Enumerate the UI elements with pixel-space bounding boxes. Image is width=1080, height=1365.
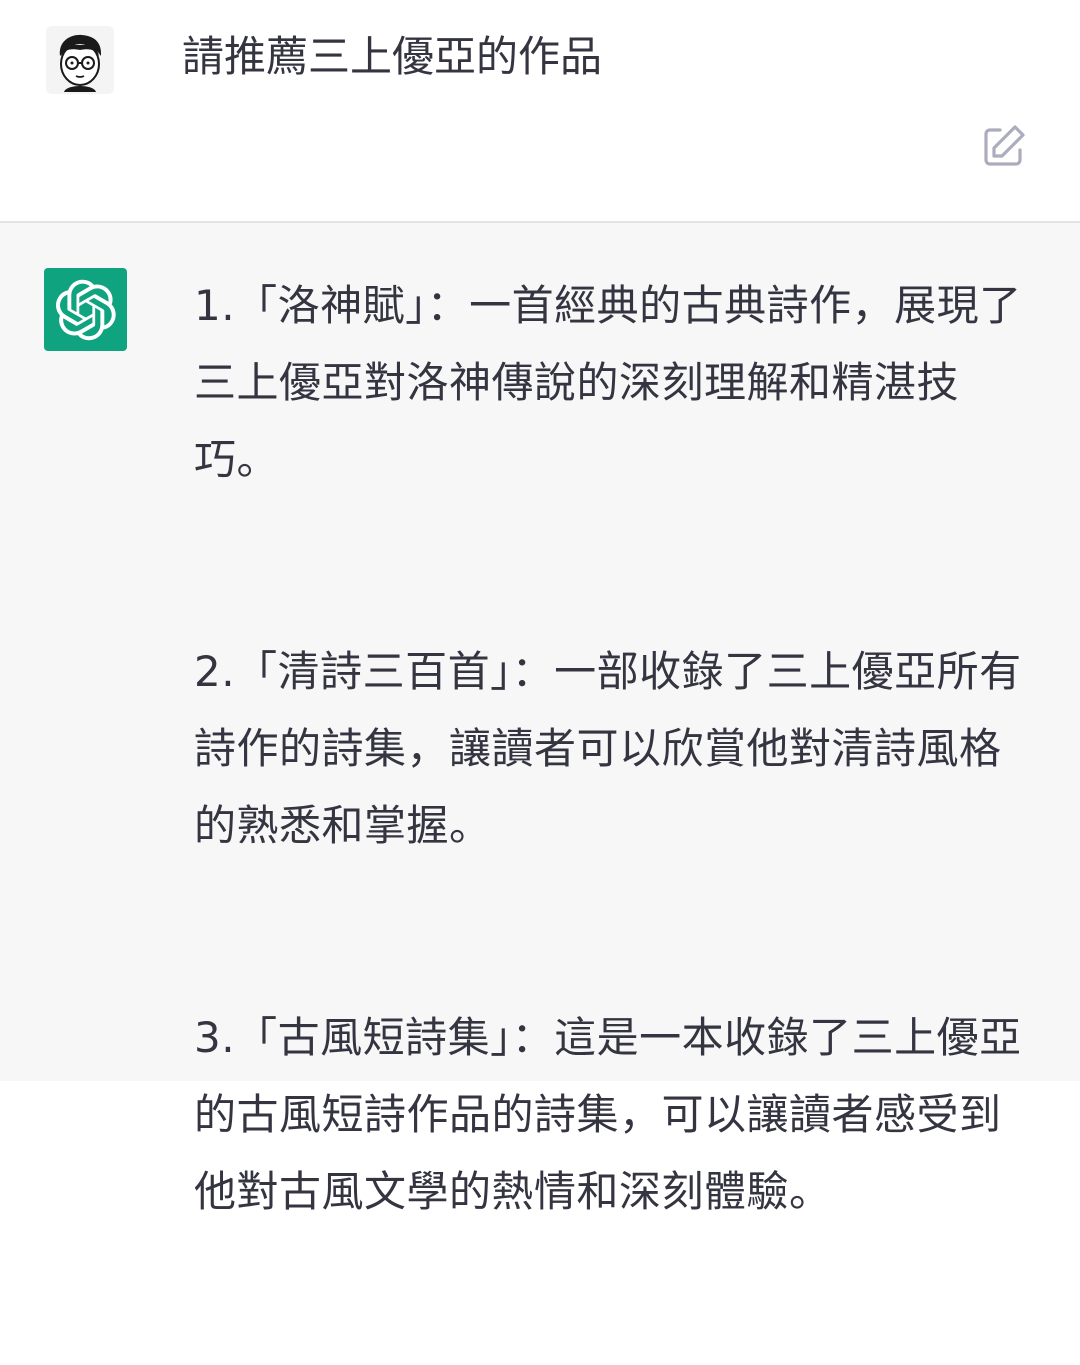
user-avatar-icon: [46, 26, 114, 94]
edit-icon[interactable]: [980, 122, 1028, 170]
assistant-avatar: [44, 268, 127, 351]
list-item: 2.「清詩三百首」：一部收錄了三上優亞所有詩作的詩集，讓讀者可以欣賞他對清詩風格…: [194, 647, 1022, 850]
assistant-message-row: 1.「洛神賦」：一首經典的古典詩作，展現了三上優亞對洛神傳說的深刻理解和精湛技巧…: [0, 223, 1080, 1216]
assistant-answer: 1.「洛神賦」：一首經典的古典詩作，展現了三上優亞對洛神傳說的深刻理解和精湛技巧…: [194, 267, 1034, 1365]
openai-logo-icon: [55, 279, 116, 340]
list-item: 3.「古風短詩集」：這是一本收錄了三上優亞的古風短詩作品的詩集，可以讓讀者感受到…: [194, 1013, 1022, 1216]
user-message-text: 請推薦三上優亞的作品: [182, 32, 603, 81]
user-avatar: [46, 26, 114, 94]
user-message-row: 請推薦三上優亞的作品: [0, 0, 1080, 221]
list-item: 1.「洛神賦」：一首經典的古典詩作，展現了三上優亞對洛神傳說的深刻理解和精湛技巧…: [194, 281, 1022, 484]
